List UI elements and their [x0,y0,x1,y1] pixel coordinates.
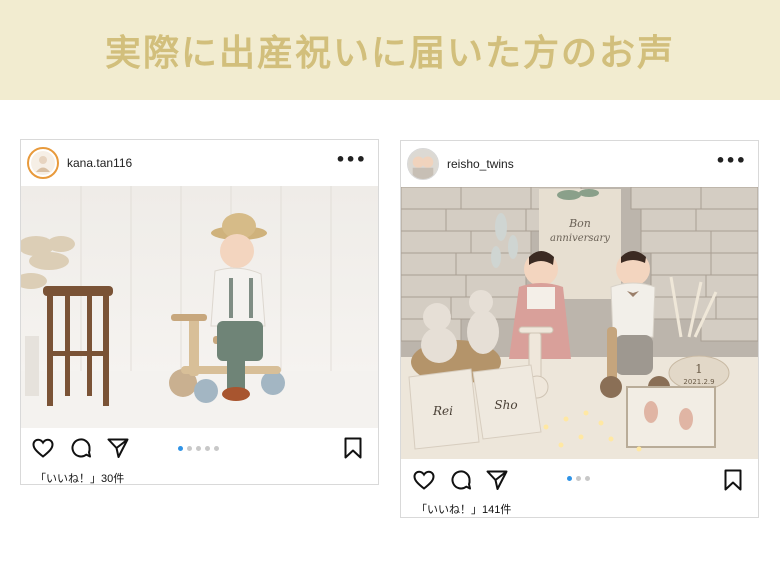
post-photo[interactable]: Bon anniversary Rei Sho 1 2021.2.9 [401,187,758,459]
instagram-post-card: reisho_twins ••• Bon anniversary Rei Sho… [400,140,759,518]
bag-left-text: Rei [432,404,453,418]
more-options-icon[interactable]: ••• [715,153,746,169]
banner-text-line1: Bon [568,217,591,230]
more-options-icon[interactable]: ••• [335,152,366,168]
avatar-image [31,151,55,175]
username[interactable]: kana.tan116 [67,156,132,170]
photo-toddler-balance-bike [21,186,378,428]
carousel-dot [205,446,210,451]
photo-twins-anniversary: Bon anniversary Rei Sho 1 2021.2.9 [401,187,758,459]
carousel-dot [567,476,572,481]
carousel-dot [214,446,219,451]
pillow-date: 2021.2.9 [683,378,714,386]
like-count[interactable]: 「いいね！」30件 [35,470,124,486]
avatar[interactable] [27,147,59,179]
comment-icon[interactable] [69,436,93,460]
header-banner: 実際に出産祝いに届いた方のお声 [0,0,780,100]
share-icon[interactable] [485,468,509,492]
carousel-dot [576,476,581,481]
post-header: reisho_twins ••• [401,141,758,187]
bookmark-icon[interactable] [721,468,745,492]
instagram-post-card: kana.tan116 ••• 「いいね！」30件 [20,139,379,485]
heart-icon[interactable] [412,468,436,492]
avatar-image [408,149,438,179]
share-icon[interactable] [106,436,130,460]
pillow-number: 1 [695,362,703,376]
heart-icon[interactable] [31,436,55,460]
page-title: 実際に出産祝いに届いた方のお声 [104,33,675,74]
like-count[interactable]: 「いいね！」141件 [416,501,511,517]
carousel-indicator [567,476,590,481]
carousel-indicator [178,446,219,451]
carousel-dot [178,446,183,451]
avatar[interactable] [407,148,439,180]
post-actions [401,468,758,498]
carousel-dot [187,446,192,451]
bag-right-text: Sho [494,398,517,412]
carousel-dot [196,446,201,451]
username[interactable]: reisho_twins [447,157,514,171]
banner-text-line2: anniversary [550,233,610,244]
carousel-dot [585,476,590,481]
post-photo[interactable] [21,186,378,428]
post-actions [21,436,378,466]
bookmark-icon[interactable] [341,436,365,460]
post-header: kana.tan116 ••• [21,140,378,186]
comment-icon[interactable] [449,468,473,492]
